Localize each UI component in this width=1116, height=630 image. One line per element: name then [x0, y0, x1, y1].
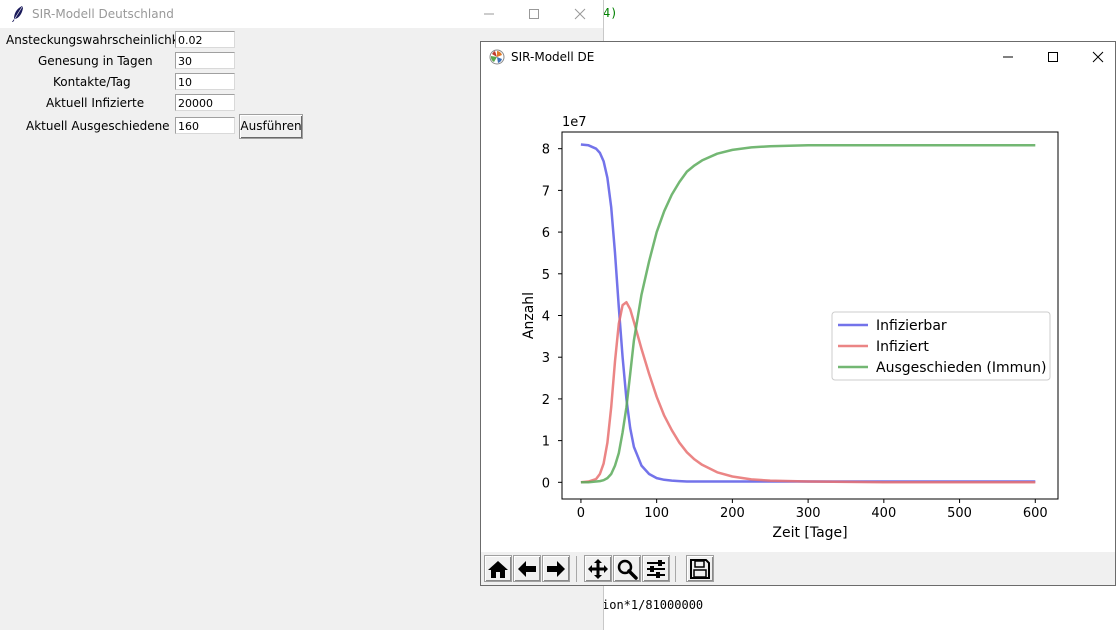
y-tick-label: 0 — [542, 476, 550, 491]
toolbar-separator — [576, 556, 577, 582]
configure-subplots-button[interactable] — [642, 555, 670, 582]
y-tick-label: 3 — [542, 351, 550, 366]
tk-window-title: SIR-Modell Deutschland — [32, 7, 174, 21]
plot-maximize-button[interactable] — [1030, 42, 1076, 72]
ausfuehren-button[interactable]: Ausführen — [239, 114, 303, 139]
zoom-button[interactable] — [613, 555, 641, 582]
x-tick-label: 100 — [644, 506, 669, 521]
x-tick-label: 600 — [1023, 506, 1048, 521]
back-button[interactable] — [513, 555, 541, 582]
forward-icon — [547, 560, 565, 577]
back-icon — [518, 560, 536, 577]
y-tick-label: 2 — [542, 393, 550, 408]
background-code-fragment-bottom: ion*1/81000000 — [602, 598, 704, 612]
x-tick-label: 500 — [947, 506, 972, 521]
y-axis-label: Anzahl — [521, 292, 537, 339]
y-tick-label: 6 — [542, 226, 550, 241]
legend-label: Infiziert — [876, 339, 929, 355]
y-tick-label: 1 — [542, 435, 550, 450]
label-kontakte-tag: Kontakte/Tag — [53, 75, 131, 89]
configure-subplots-icon — [647, 559, 665, 578]
y-tick-label: 4 — [542, 310, 550, 325]
tk-minimize-button[interactable] — [466, 0, 512, 28]
y-tick-label: 5 — [542, 268, 550, 283]
plot-titlebar: SIR-Modell DE — [481, 42, 1115, 72]
x-tick-label: 300 — [796, 506, 821, 521]
legend-label: Infizierbar — [876, 318, 947, 334]
plot-toolbar — [481, 552, 1115, 585]
x-tick-label: 400 — [871, 506, 896, 521]
tk-titlebar: SIR-Modell Deutschland — [0, 0, 603, 28]
plot-window: SIR-Modell DE 0 100 200 300 400 500 600 0 1 2 3 4 5 6… — [480, 41, 1116, 586]
input-genesung-in-tagen[interactable]: 30 — [175, 52, 235, 69]
background-code-fragment-top: 4) — [603, 6, 618, 20]
input-aktuell-ausgeschiedene[interactable]: 160 — [175, 117, 235, 134]
zoom-icon — [617, 559, 638, 580]
toolbar-separator — [675, 556, 676, 582]
y-tick-label: 8 — [542, 143, 550, 158]
legend-label: Ausgeschieden (Immun) — [876, 360, 1047, 376]
save-icon — [690, 558, 710, 579]
matplotlib-logo-icon — [489, 49, 505, 68]
input-aktuell-infizierte[interactable]: 20000 — [175, 94, 235, 111]
home-button[interactable] — [484, 555, 512, 582]
forward-button[interactable] — [542, 555, 570, 582]
feather-icon — [10, 5, 26, 26]
save-button[interactable] — [686, 555, 714, 582]
x-tick-label: 0 — [577, 506, 585, 521]
x-axis-label: Zeit [Tage] — [772, 525, 847, 541]
plot-minimize-button[interactable] — [985, 42, 1031, 72]
tk-maximize-button[interactable] — [511, 0, 557, 28]
sir-line-chart: 0 100 200 300 400 500 600 0 1 2 3 4 5 6 7 8 1e7 Zeit [Tag… — [521, 115, 1059, 541]
input-ansteckungswahrscheinlichkeit[interactable]: 0.02 — [175, 31, 235, 48]
label-aktuell-infizierte: Aktuell Infizierte — [46, 96, 145, 110]
pan-button[interactable] — [584, 555, 612, 582]
tk-close-button[interactable] — [557, 0, 603, 28]
y-tick-label: 7 — [542, 184, 550, 199]
plot-window-title: SIR-Modell DE — [511, 50, 595, 64]
y-offset-label: 1e7 — [562, 115, 587, 130]
label-genesung-in-tagen: Genesung in Tagen — [38, 54, 153, 68]
x-tick-label: 200 — [720, 506, 745, 521]
label-aktuell-ausgeschiedene: Aktuell Ausgeschiedene — [26, 119, 170, 133]
plot-close-button[interactable] — [1075, 42, 1116, 72]
pan-icon — [588, 558, 608, 579]
label-ansteckungswahrscheinlichkeit: Ansteckungswahrscheinlichkeit — [6, 33, 194, 47]
home-icon — [488, 560, 508, 578]
input-kontakte-tag[interactable]: 10 — [175, 73, 235, 90]
